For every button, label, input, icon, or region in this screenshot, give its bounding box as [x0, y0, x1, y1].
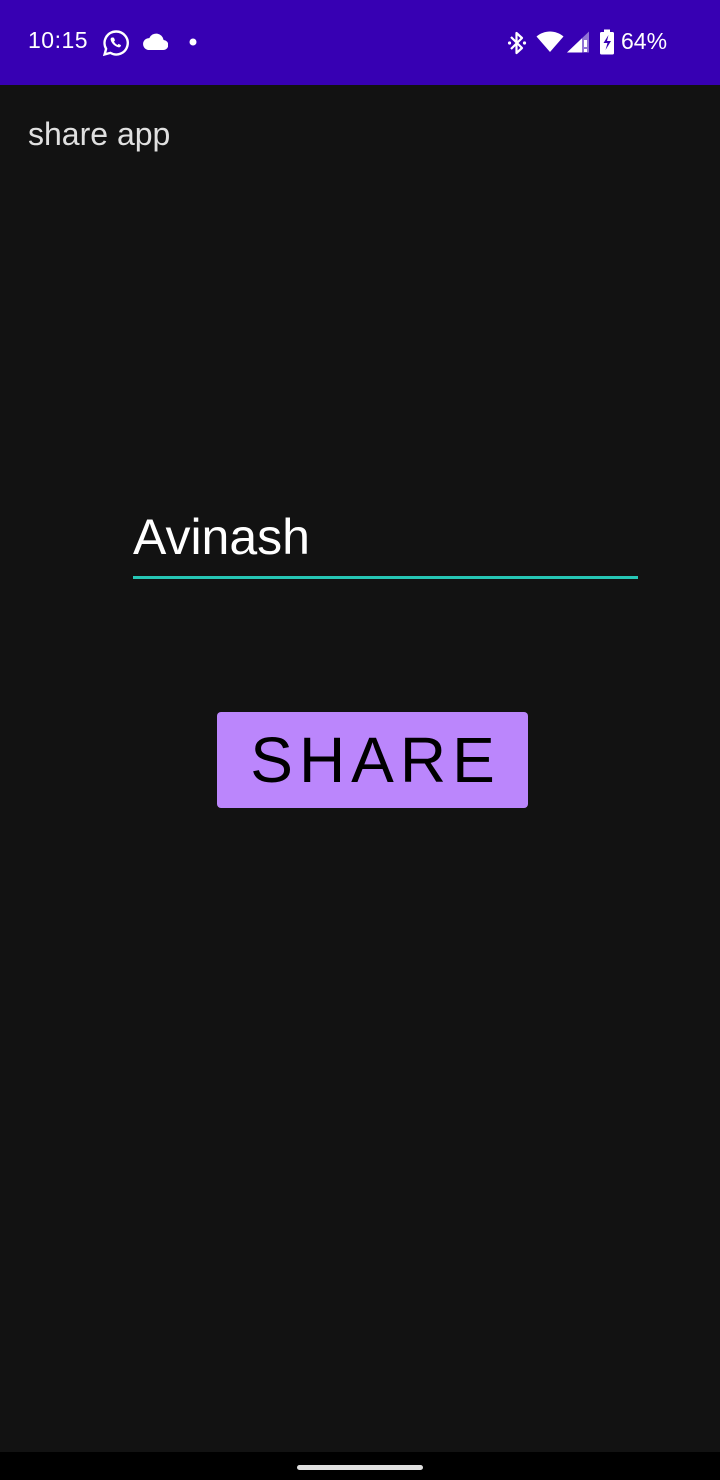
cloud-icon [143, 33, 168, 51]
name-input[interactable] [133, 498, 638, 579]
app-title: share app [28, 116, 171, 152]
navigation-bar [0, 1452, 720, 1480]
battery-icon [600, 29, 614, 55]
signal-icon [567, 31, 589, 53]
app-screen: 10:15 64% share app Avinash SHARE [0, 0, 720, 1480]
home-handle[interactable] [297, 1465, 423, 1470]
status-time: 10:15 [28, 27, 89, 53]
dot-icon [189, 38, 197, 46]
wifi-icon [536, 31, 564, 52]
share-button[interactable]: SHARE [217, 712, 528, 808]
status-bar: 10:15 64% [0, 0, 720, 85]
battery-percentage: 64% [621, 28, 668, 54]
whatsapp-icon [102, 30, 129, 57]
bluetooth-icon [507, 31, 527, 55]
